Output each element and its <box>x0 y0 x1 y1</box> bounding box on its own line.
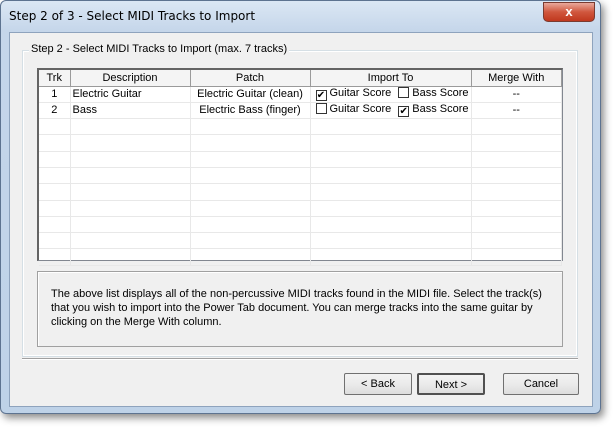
close-button[interactable]: x <box>543 2 595 22</box>
table-row[interactable] <box>39 248 562 266</box>
table-row[interactable] <box>39 134 562 152</box>
merge-with-cell[interactable]: -- <box>471 102 562 120</box>
table-row[interactable] <box>39 232 562 250</box>
table-row[interactable] <box>39 167 562 185</box>
help-text: The above list displays all of the non-p… <box>37 271 563 347</box>
table-row[interactable]: 1 Electric Guitar Electric Guitar (clean… <box>39 86 562 103</box>
col-trk[interactable]: Trk <box>39 70 71 87</box>
group-label: Step 2 - Select MIDI Tracks to Import (m… <box>29 43 290 55</box>
col-merge-with[interactable]: Merge With <box>471 70 562 87</box>
bass-score-label[interactable]: Bass Score <box>412 87 468 99</box>
back-button[interactable]: < Back <box>344 373 412 395</box>
table-row[interactable] <box>39 200 562 217</box>
col-import-to[interactable]: Import To <box>310 70 472 87</box>
guitar-score-label[interactable]: Guitar Score <box>330 87 392 99</box>
next-button[interactable]: Next > <box>417 373 485 395</box>
track-patch: Electric Guitar (clean) <box>190 86 311 103</box>
track-number: 1 <box>39 86 71 103</box>
track-patch: Electric Bass (finger) <box>190 102 311 120</box>
guitar-score-checkbox[interactable]: ✔ <box>315 90 327 102</box>
cancel-button[interactable]: Cancel <box>503 373 579 395</box>
bass-score-checkbox[interactable] <box>398 87 410 99</box>
dialog-window: Step 2 of 3 - Select MIDI Tracks to Impo… <box>0 0 601 414</box>
import-to-cell: Guitar Score ✔ Bass Score <box>310 102 472 120</box>
dialog-client: Step 2 - Select MIDI Tracks to Import (m… <box>9 32 593 407</box>
table-row[interactable] <box>39 216 562 234</box>
col-patch[interactable]: Patch <box>190 70 311 87</box>
merge-with-cell[interactable]: -- <box>471 86 562 103</box>
separator <box>22 358 578 360</box>
tracks-group: Step 2 - Select MIDI Tracks to Import (m… <box>22 43 578 357</box>
guitar-score-label[interactable]: Guitar Score <box>330 103 392 115</box>
bass-score-checkbox[interactable]: ✔ <box>398 106 410 118</box>
tracks-grid[interactable]: Trk Description Patch Import To Merge Wi… <box>37 68 563 266</box>
guitar-score-checkbox[interactable] <box>315 103 327 115</box>
table-row[interactable] <box>39 118 562 136</box>
track-number: 2 <box>39 102 71 120</box>
track-description: Bass <box>70 102 191 120</box>
import-to-cell: ✔ Guitar Score Bass Score <box>310 86 472 103</box>
col-description[interactable]: Description <box>70 70 191 87</box>
track-description: Electric Guitar <box>70 86 191 103</box>
window-title: Step 2 of 3 - Select MIDI Tracks to Impo… <box>9 9 256 23</box>
table-row[interactable]: 2 Bass Electric Bass (finger) Guitar Sco… <box>39 102 562 120</box>
table-row[interactable] <box>39 183 562 201</box>
bass-score-label[interactable]: Bass Score <box>412 103 468 115</box>
table-row[interactable] <box>39 151 562 168</box>
